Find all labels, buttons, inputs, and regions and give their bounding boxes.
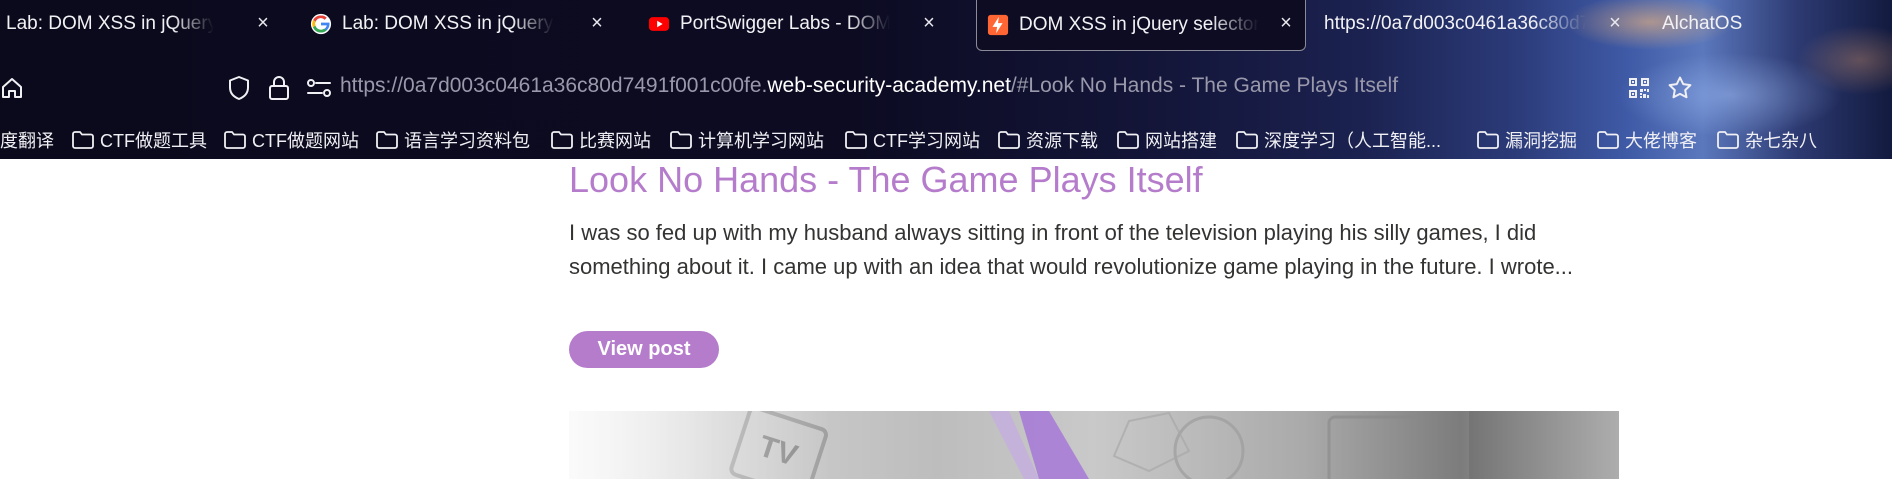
bookmark-label: 网站搭建 — [1145, 131, 1217, 151]
bookmark-folder[interactable]: 大佬博客 — [1597, 126, 1697, 154]
portswigger-icon — [987, 14, 1009, 36]
tab-title: DOM XSS in jQuery selector sink — [1019, 14, 1259, 35]
bookmark-label: 资源下载 — [1026, 131, 1098, 151]
tab-title: Lab: DOM XSS in jQuery selector — [342, 13, 554, 34]
tab-dom-xss-active[interactable]: DOM XSS in jQuery selector sink × — [976, 0, 1306, 51]
folder-icon — [72, 131, 94, 149]
folder-icon — [1117, 131, 1139, 149]
folder-icon — [376, 131, 398, 149]
bookmark-folder[interactable]: CTF做题网站 — [224, 126, 359, 154]
post-thumbnail[interactable]: TV — [569, 411, 1619, 479]
shield-icon[interactable] — [226, 75, 252, 101]
tab-lab-url[interactable]: https://0a7d003c0461a36c80d7491f001c00fe… — [1324, 0, 1634, 48]
bookmark-star-icon[interactable] — [1666, 74, 1694, 102]
tab-close-icon[interactable]: × — [252, 12, 274, 34]
permissions-icon[interactable] — [306, 76, 332, 100]
address-bar[interactable]: https://0a7d003c0461a36c80d7491f001c00fe… — [340, 74, 1398, 98]
lock-icon[interactable] — [267, 74, 291, 102]
view-post-button[interactable]: View post — [569, 331, 719, 368]
bookmark-folder[interactable]: 杂七杂八 — [1717, 126, 1817, 154]
bookmark-folder[interactable]: CTF做题工具 — [72, 126, 207, 154]
folder-icon — [845, 131, 867, 149]
folder-icon — [998, 131, 1020, 149]
youtube-icon — [648, 17, 670, 31]
bookmark-folder[interactable]: 资源下载 — [998, 126, 1098, 154]
home-icon[interactable] — [0, 76, 24, 100]
tab-lab-1[interactable]: Lab: DOM XSS in jQuery selector × — [6, 0, 282, 48]
tab-close-icon[interactable]: × — [1604, 12, 1626, 34]
bookmark-folder[interactable]: 漏洞挖掘 — [1477, 126, 1577, 154]
folder-icon — [1236, 131, 1258, 149]
url-prefix: https://0a7d003c0461a36c80d7491f001c00fe… — [340, 74, 768, 97]
tab-lab-2[interactable]: Lab: DOM XSS in jQuery selector × — [310, 0, 616, 48]
bookmark-label: 计算机学习网站 — [698, 131, 824, 151]
page-content: Look No Hands - The Game Plays Itself I … — [0, 159, 1892, 479]
tab-close-icon[interactable]: × — [586, 12, 608, 34]
folder-icon — [224, 131, 246, 149]
bookmark-label: CTF做题网站 — [252, 131, 359, 151]
bookmark-label: 度翻译 — [0, 131, 54, 151]
bookmark-label: 漏洞挖掘 — [1505, 131, 1577, 151]
bookmarks-toolbar: 度翻译 CTF做题工具 CTF做题网站 语言学习资料包 比赛网站 计算机学习网站… — [0, 124, 1892, 156]
google-icon — [310, 13, 332, 35]
bookmark-label: 语言学习资料包 — [404, 131, 530, 151]
tab-close-icon[interactable]: × — [1275, 12, 1297, 34]
bookmark-folder[interactable]: CTF学习网站 — [845, 126, 980, 154]
post-excerpt: I was so fed up with my husband always s… — [569, 220, 1574, 279]
folder-icon — [670, 131, 692, 149]
url-host: web-security-academy.net — [767, 74, 1011, 97]
bookmark-folder[interactable]: 比赛网站 — [551, 126, 651, 154]
bookmark-translate[interactable]: 度翻译 — [0, 126, 54, 154]
bookmark-folder[interactable]: 计算机学习网站 — [670, 126, 824, 154]
bookmark-label: 比赛网站 — [579, 131, 651, 151]
browser-chrome: Lab: DOM XSS in jQuery selector × Lab: D… — [0, 0, 1892, 159]
bookmark-label: CTF学习网站 — [873, 131, 980, 151]
tab-title: AlchatOS — [1662, 13, 1743, 34]
bookmark-folder[interactable]: 网站搭建 — [1117, 126, 1217, 154]
url-fragment: /#Look No Hands - The Game Plays Itself — [1010, 74, 1399, 97]
bookmark-folder[interactable]: 深度学习（人工智能... — [1236, 126, 1441, 154]
bookmark-label: CTF做题工具 — [100, 131, 207, 151]
folder-icon — [1597, 131, 1619, 149]
tab-title: PortSwigger Labs - DOM XSS — [680, 13, 890, 34]
tab-youtube[interactable]: PortSwigger Labs - DOM XSS × — [648, 0, 948, 48]
bookmark-label: 深度学习（人工智能... — [1264, 131, 1442, 151]
bookmark-folder[interactable]: 语言学习资料包 — [376, 126, 530, 154]
qr-code-icon[interactable] — [1626, 75, 1652, 101]
tab-title: https://0a7d003c0461a36c80d7491f001c00fe — [1324, 13, 1586, 34]
bookmark-label: 大佬博客 — [1625, 131, 1697, 151]
folder-icon — [551, 131, 573, 149]
folder-icon — [1477, 131, 1499, 149]
navigation-bar: https://0a7d003c0461a36c80d7491f001c00fe… — [0, 64, 1892, 112]
post-thumbnail-art: TV — [569, 411, 1619, 479]
tab-strip: Lab: DOM XSS in jQuery selector × Lab: D… — [0, 0, 1892, 51]
post-title[interactable]: Look No Hands - The Game Plays Itself — [569, 159, 1203, 201]
tab-close-icon[interactable]: × — [918, 12, 940, 34]
bookmark-label: 杂七杂八 — [1745, 131, 1817, 151]
folder-icon — [1717, 131, 1739, 149]
tab-title: Lab: DOM XSS in jQuery selector — [6, 13, 214, 34]
tab-alchatos[interactable]: AlchatOS — [1662, 0, 1822, 48]
